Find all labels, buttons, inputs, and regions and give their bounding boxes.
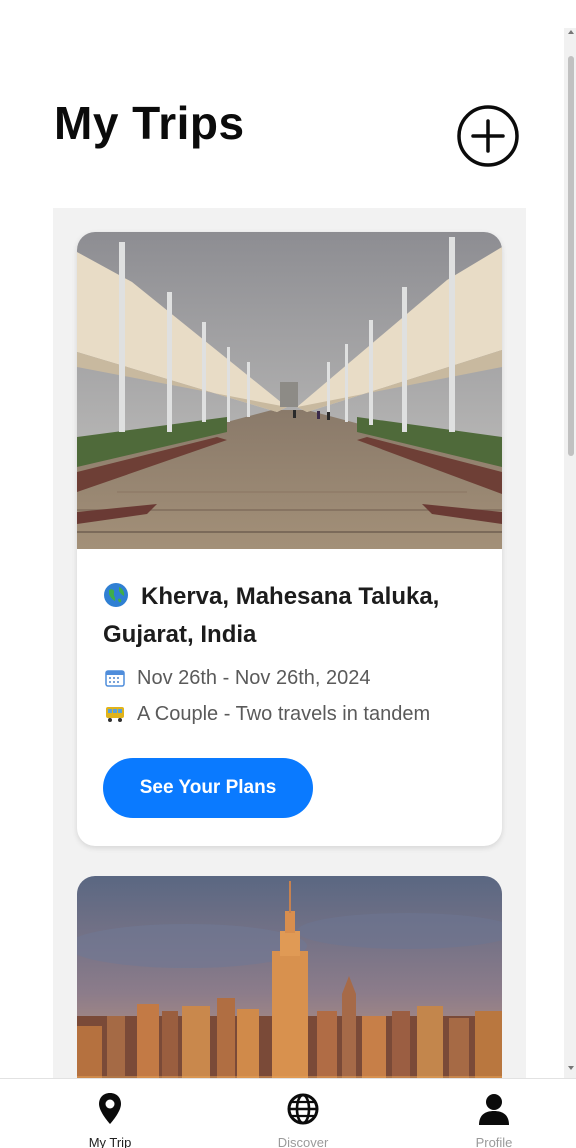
trip-location: Kherva, Mahesana Taluka, Gujarat, India [103,578,483,654]
trip-dates-text: Nov 26th - Nov 26th, 2024 [137,667,371,689]
plus-circle-icon [457,105,519,167]
tab-my-trip[interactable]: My Trip [50,1079,170,1148]
trip-card[interactable] [77,876,502,1088]
tab-discover[interactable]: Discover [243,1079,363,1148]
globe-icon [287,1093,319,1125]
tab-my-trip-label: My Trip [88,1135,132,1148]
trip-location-text: Kherva, Mahesana Taluka, Gujarat, India [103,583,440,648]
trip-photo-city-skyline [77,876,502,1088]
trip-card[interactable]: Kherva, Mahesana Taluka, Gujarat, India … [77,232,502,846]
bottom-tab-bar: My Trip Discover Profile [0,1078,576,1148]
globe-icon [104,583,128,607]
trip-photo-canopy-walkway [77,232,502,549]
see-your-plans-button[interactable]: See Your Plans [103,758,313,818]
bus-icon [106,707,124,722]
trip-travelers: A Couple - Two travels in tandem [105,700,430,728]
user-icon [479,1094,509,1125]
scroll-up-arrow-icon[interactable] [568,30,574,34]
tab-profile[interactable]: Profile [434,1079,554,1148]
tab-discover-label: Discover [277,1135,329,1148]
scroll-down-arrow-icon[interactable] [568,1066,574,1070]
trips-list[interactable]: Kherva, Mahesana Taluka, Gujarat, India … [53,208,526,1088]
page-title: My Trips [54,97,245,149]
tab-profile-label: Profile [475,1135,513,1148]
trip-travelers-text: A Couple - Two travels in tandem [137,703,431,725]
map-pin-icon [99,1093,121,1124]
trip-dates: Nov 26th - Nov 26th, 2024 [105,664,370,692]
add-trip-button[interactable] [456,104,520,168]
calendar-icon [105,670,125,687]
scrollbar-thumb[interactable] [568,56,574,456]
